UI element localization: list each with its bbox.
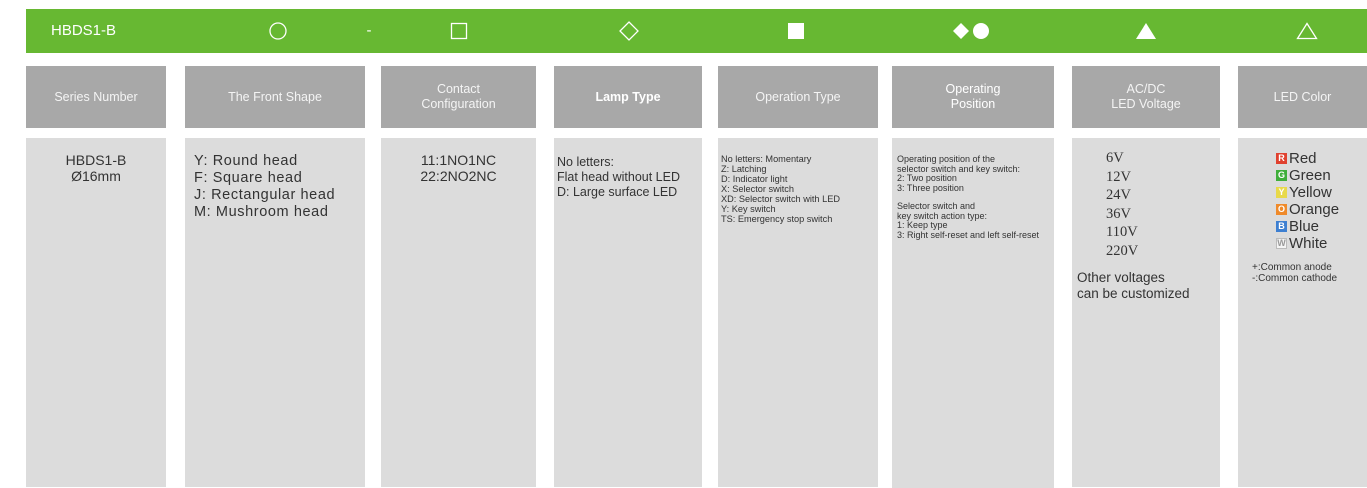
led-color-blue: B Blue	[1276, 218, 1367, 235]
header-text: AC/DC	[1126, 82, 1166, 96]
column-series-number: Series Number HBDS1-B Ø16mm	[26, 66, 166, 487]
option-line: Y: Key switch	[721, 204, 776, 214]
voltage-value: 36V	[1106, 205, 1131, 222]
custom-voltage-note: can be customized	[1077, 286, 1190, 301]
header-text: Operating	[945, 82, 1001, 96]
column-body: 11:1NO1NC 22:2NO2NC	[381, 138, 536, 487]
voltage-value: 220V	[1106, 242, 1139, 259]
option-line: D: Indicator light	[721, 174, 788, 184]
voltage-value: 24V	[1106, 187, 1131, 203]
option-line: F: Square head	[194, 170, 303, 186]
column-header: Series Number	[26, 66, 166, 128]
option-line: 22:2NO2NC	[420, 168, 497, 184]
column-led-color: LED Color R Red G Green Y Yellow O Orange BB…	[1238, 66, 1367, 487]
option-line: M: Mushroom head	[194, 204, 329, 220]
led-color-yellow: Y Yellow	[1276, 184, 1367, 201]
column-header: The Front Shape	[185, 66, 365, 128]
color-name: Yellow	[1289, 184, 1332, 201]
header-text: Configuration	[421, 97, 496, 111]
color-name: Blue	[1289, 218, 1320, 235]
option-line: XD: Selector switch with LED	[721, 194, 840, 204]
red-swatch-icon: R	[1276, 153, 1287, 164]
option-line: Z: Latching	[721, 164, 767, 174]
column-body: No letters: Flat head without LED D: Lar…	[554, 138, 702, 487]
option-line: TS: Emergency stop switch	[721, 214, 833, 224]
option-line: 3: Three position	[897, 182, 964, 193]
column-header: Operating Position	[892, 66, 1054, 128]
common-cathode-note: -:Common cathode	[1252, 273, 1338, 284]
column-lamp-type: Lamp Type No letters: Flat head without …	[554, 66, 702, 487]
custom-voltage-note: Other voltages	[1077, 270, 1165, 285]
green-swatch-icon: G	[1276, 170, 1287, 181]
option-line: J: Rectangular head	[194, 187, 336, 203]
column-body: Y: Round head F: Square head J: Rectangu…	[185, 138, 365, 487]
header-text: Lamp Type	[595, 89, 661, 104]
column-body: 6V 12V 24V 36V 110V 220V Other voltages …	[1072, 138, 1220, 487]
column-header: LED Color	[1238, 66, 1367, 128]
option-line: Flat head without LED	[557, 170, 680, 184]
column-header: Lamp Type	[554, 66, 702, 128]
yellow-swatch-icon: Y	[1276, 187, 1287, 198]
header-text: The Front Shape	[228, 89, 322, 104]
voltage-value: 12V	[1106, 168, 1131, 185]
common-anode-note: +:Common anode	[1252, 262, 1332, 273]
diameter-text: Ø16mm	[71, 168, 121, 184]
square-outline-icon	[449, 9, 469, 53]
series-code-text: HBDS1-B	[65, 152, 127, 168]
diamond-circle-filled-icon	[952, 9, 994, 53]
column-operation-type: Operation Type No letters: Momentary Z: …	[718, 66, 878, 487]
series-code: HBDS1-B	[50, 22, 117, 39]
triangle-filled-icon	[1135, 9, 1157, 53]
model-code-bar: HBDS1-B -	[26, 9, 1367, 53]
column-header: Contact Configuration	[381, 66, 536, 128]
option-line: D: Large surface LED	[557, 185, 678, 199]
header-text: Position	[950, 97, 996, 111]
column-body: No letters: Momentary Z: Latching D: Ind…	[718, 138, 878, 487]
header-text: LED Color	[1273, 89, 1332, 104]
option-line: No letters:	[557, 155, 614, 169]
circle-outline-icon	[268, 9, 288, 53]
color-name: Green	[1289, 167, 1331, 184]
color-name: Orange	[1289, 201, 1340, 218]
header-text: Contact	[436, 82, 481, 96]
option-line: No letters: Momentary	[721, 154, 812, 164]
option-line: X: Selector switch	[721, 184, 795, 194]
column-led-voltage: AC/DC LED Voltage 6V 12V 24V 36V 110V 22…	[1072, 66, 1220, 487]
orange-swatch-icon: O	[1276, 204, 1287, 215]
column-operating-position: Operating Position Operating position of…	[892, 66, 1054, 239]
option-line: 3: Right self-reset and left self-reset	[897, 229, 1040, 240]
column-front-shape: The Front Shape Y: Round head F: Square …	[185, 66, 365, 487]
header-text: LED Voltage	[1111, 97, 1181, 111]
column-body: R Red G Green Y Yellow O Orange B Blue W White…	[1238, 138, 1367, 487]
led-color-green: G Green	[1276, 167, 1367, 184]
led-color-orange: O Orange	[1276, 201, 1367, 218]
separator-dash: -	[366, 22, 372, 39]
diamond-outline-icon	[618, 9, 640, 53]
color-name: White	[1289, 235, 1328, 252]
option-line: 11:1NO1NC	[420, 152, 497, 168]
column-header: AC/DC LED Voltage	[1072, 66, 1220, 128]
led-color-red: R Red	[1276, 150, 1367, 167]
voltage-value: 6V	[1106, 150, 1124, 166]
header-text: Series Number	[54, 89, 138, 104]
column-contact-configuration: Contact Configuration 11:1NO1NC 22:2NO2N…	[381, 66, 536, 487]
column-header: Operation Type	[718, 66, 878, 128]
column-body-text: Operating position of the selector switc…	[892, 138, 1084, 487]
voltage-value: 110V	[1106, 224, 1138, 240]
square-filled-icon	[787, 9, 805, 53]
white-swatch-icon: W	[1276, 238, 1287, 249]
option-line: Y: Round head	[194, 153, 298, 169]
blue-swatch-icon: B	[1276, 221, 1287, 232]
color-name: Red	[1289, 150, 1317, 167]
header-text: Operation Type	[755, 89, 841, 104]
triangle-outline-icon	[1296, 9, 1318, 53]
column-body: HBDS1-B Ø16mm	[26, 138, 166, 487]
led-color-white: W White	[1276, 235, 1367, 252]
